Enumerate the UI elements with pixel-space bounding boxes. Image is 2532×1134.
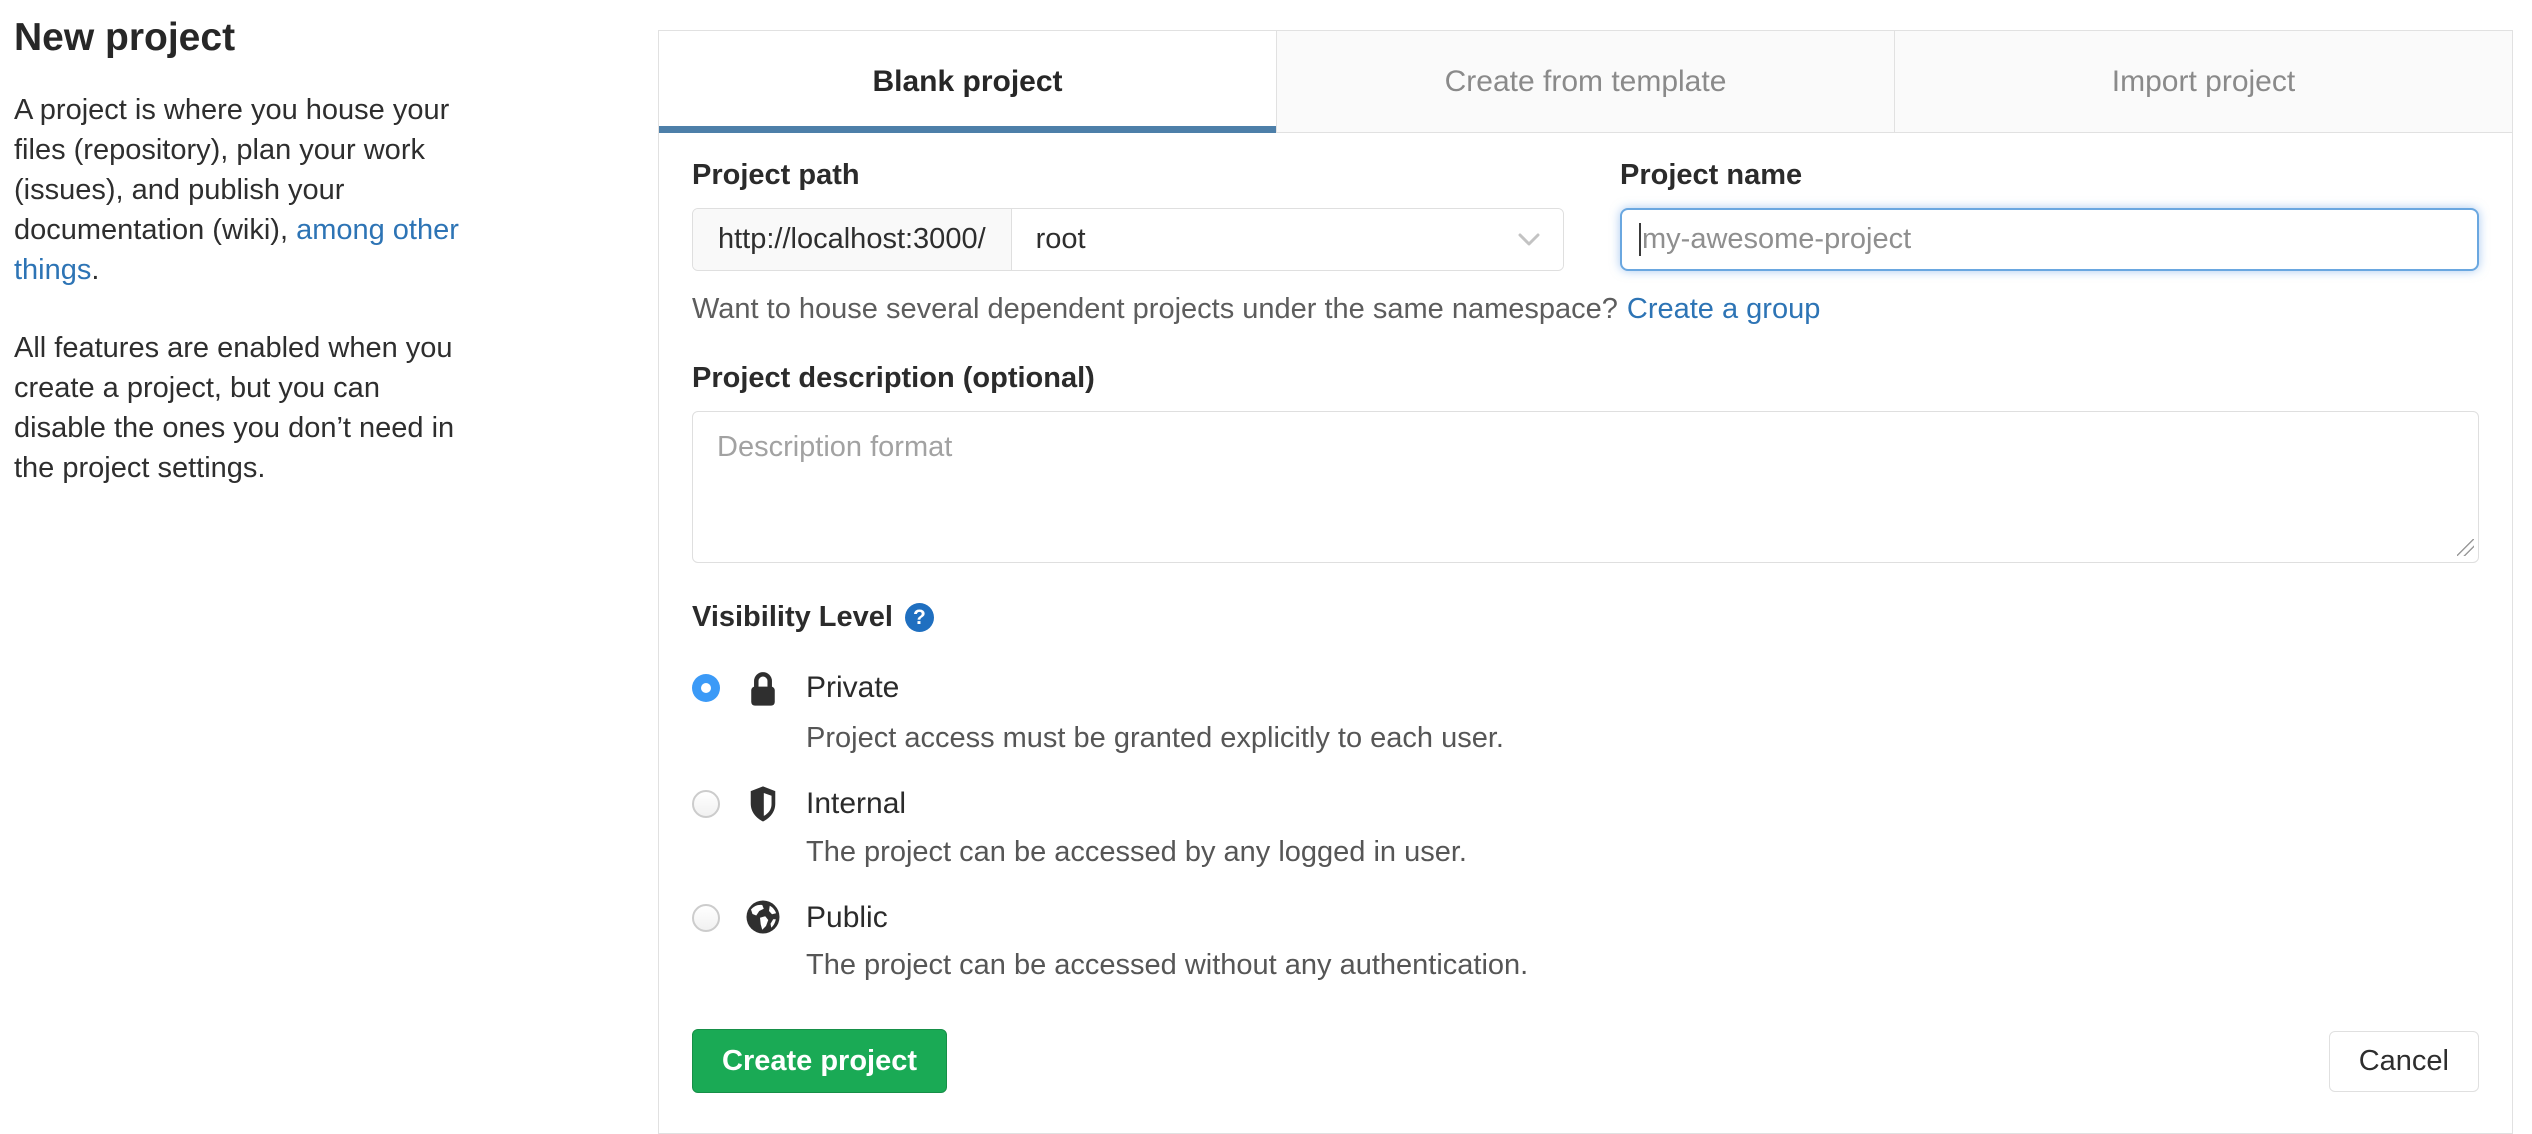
private-description: Project access must be granted explicitl… [806, 722, 1504, 754]
public-label: Public [806, 901, 888, 934]
tab-blank-project-label: Blank project [872, 64, 1063, 98]
text-caret [1639, 223, 1641, 256]
namespace-select[interactable]: root [1011, 209, 1563, 270]
blank-project-form: Project path http://localhost:3000/ root… [659, 133, 2512, 1133]
path-name-row: Project path http://localhost:3000/ root… [692, 159, 2479, 271]
new-project-sidebar: New project A project is where you house… [14, 16, 466, 526]
visibility-option-public: Public The project can be accessed witho… [692, 898, 2479, 985]
tab-import-project[interactable]: Import project [1894, 31, 2512, 132]
project-name-label: Project name [1620, 159, 1803, 191]
project-path-input-group: http://localhost:3000/ root [692, 208, 1564, 271]
internal-label: Internal [806, 787, 907, 820]
public-description: The project can be accessed without any … [806, 949, 1529, 981]
new-project-panel: Blank project Create from template Impor… [658, 30, 2513, 1134]
project-path-label: Project path [692, 159, 860, 191]
project-description-label: Project description (optional) [692, 362, 1095, 394]
namespace-selected-value: root [1035, 223, 1086, 255]
private-radio[interactable] [692, 674, 720, 702]
tab-import-project-label: Import project [2111, 64, 2296, 98]
project-type-tabs: Blank project Create from template Impor… [659, 31, 2512, 133]
private-label: Private [806, 671, 900, 704]
globe-icon [741, 898, 785, 938]
visibility-level-label: Visibility Level [692, 601, 893, 633]
namespace-hint: Want to house several dependent projects… [692, 293, 2479, 326]
tab-create-from-template-label: Create from template [1444, 64, 1727, 98]
sidebar-description-1-period: . [91, 254, 100, 286]
project-description-textarea[interactable] [692, 411, 2479, 563]
question-mark-icon[interactable]: ? [904, 603, 934, 632]
create-a-group-link[interactable]: Create a group [1627, 293, 1820, 325]
visibility-option-internal: Internal The project can be accessed by … [692, 784, 2479, 872]
create-project-button[interactable]: Create project [692, 1029, 948, 1093]
sidebar-description-1: A project is where you house your files … [14, 90, 466, 290]
visibility-level-row: Visibility Level ? [692, 601, 2479, 634]
tab-blank-project[interactable]: Blank project [659, 31, 1276, 133]
project-name-input[interactable] [1620, 208, 2479, 271]
tab-create-from-template[interactable]: Create from template [1276, 31, 1894, 132]
public-radio[interactable] [692, 904, 720, 932]
form-actions: Create project Cancel [692, 1029, 2479, 1093]
lock-icon [741, 668, 785, 711]
shield-icon [741, 784, 785, 825]
sidebar-description-2: All features are enabled when you create… [14, 332, 455, 484]
project-description-wrap [692, 411, 2479, 563]
internal-description: The project can be accessed by any logge… [806, 836, 1467, 868]
page-title: New project [14, 16, 236, 59]
cancel-button[interactable]: Cancel [2328, 1030, 2479, 1092]
project-path-field: Project path http://localhost:3000/ root [692, 159, 1564, 271]
chevron-down-icon [1517, 232, 1541, 248]
project-name-field: Project name [1620, 159, 2479, 271]
visibility-option-private: Private Project access must be granted e… [692, 668, 2479, 758]
namespace-hint-text: Want to house several dependent projects… [692, 293, 1618, 325]
internal-radio[interactable] [692, 790, 720, 818]
url-prefix: http://localhost:3000/ [693, 209, 1012, 270]
